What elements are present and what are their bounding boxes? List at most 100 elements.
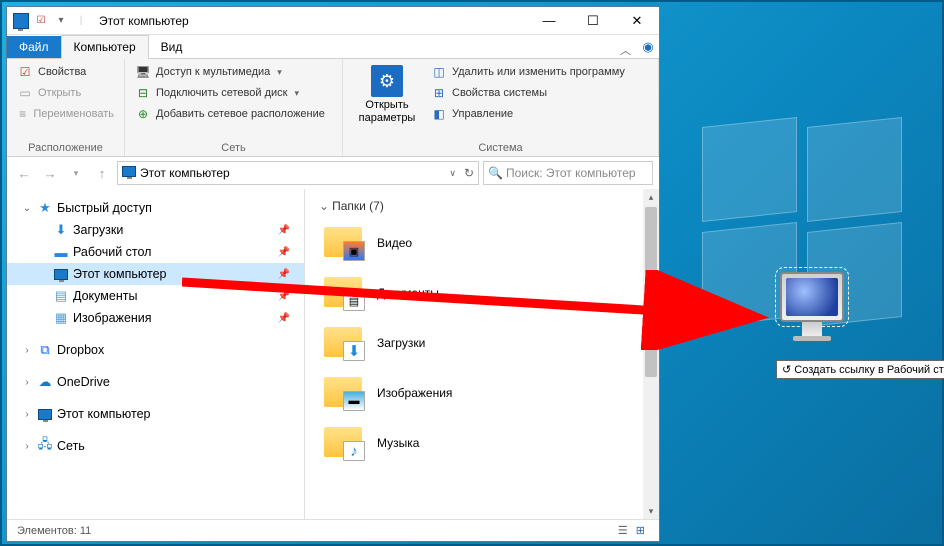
- group-label-system: Система: [351, 140, 650, 154]
- btn-sysprops-label: Свойства системы: [452, 87, 547, 99]
- sidebar-item-onedrive[interactable]: › ☁ OneDrive: [7, 371, 304, 393]
- address-dropdown-icon[interactable]: ∨: [449, 168, 456, 179]
- sidebar-item-dropbox[interactable]: › ⧉ Dropbox: [7, 339, 304, 361]
- sysprops-icon: ⊞: [431, 85, 447, 101]
- download-icon: ⬇: [53, 222, 69, 238]
- drive-icon: ⊟: [135, 85, 151, 101]
- folder-icon: ⬇: [323, 325, 367, 361]
- nav-up-button[interactable]: ↑: [91, 162, 113, 184]
- picture-icon: ▦: [53, 310, 69, 326]
- scroll-down-icon[interactable]: ▾: [643, 503, 659, 519]
- btn-settings-label: Открыть параметры: [355, 99, 419, 124]
- minimize-button[interactable]: —: [527, 7, 571, 35]
- chevron-down-icon[interactable]: ⌄: [21, 203, 33, 214]
- btn-open-settings[interactable]: ⚙ Открыть параметры: [351, 63, 423, 126]
- chevron-right-icon[interactable]: ›: [21, 345, 33, 356]
- maximize-button[interactable]: ☐: [571, 7, 615, 35]
- sidebar-item-quick-access[interactable]: ⌄★Быстрый доступ: [7, 197, 304, 219]
- btn-uninstall[interactable]: ◫Удалить или изменить программу: [429, 63, 627, 81]
- tab-computer[interactable]: Компьютер: [61, 35, 149, 59]
- close-button[interactable]: ✕: [615, 7, 659, 35]
- cloud-icon: ☁: [37, 374, 53, 390]
- chevron-right-icon[interactable]: ›: [21, 377, 33, 388]
- titlebar: ☑ ▾ | Этот компьютер — ☐ ✕: [7, 7, 659, 35]
- sidebar-label: Dropbox: [57, 343, 296, 357]
- btn-properties[interactable]: ☑ Свойства: [15, 63, 116, 81]
- sidebar-item-documents[interactable]: ▤Документы📌: [7, 285, 304, 307]
- content-header-label: Папки (7): [332, 199, 384, 213]
- btn-manage-label: Управление: [452, 108, 513, 120]
- sidebar-item-network[interactable]: ›🖧Сеть: [7, 435, 304, 457]
- folder-icon: ▤: [323, 275, 367, 311]
- scroll-up-icon[interactable]: ▴: [643, 189, 659, 205]
- folder-downloads[interactable]: ⬇ Загрузки: [319, 321, 645, 365]
- search-input[interactable]: 🔍 Поиск: Этот компьютер: [483, 161, 653, 185]
- address-bar[interactable]: Этот компьютер ∨ ↻: [117, 161, 479, 185]
- add-location-icon: ⊕: [135, 106, 151, 122]
- search-icon: 🔍: [488, 166, 503, 180]
- ribbon-collapse-icon[interactable]: ︿: [614, 42, 637, 58]
- help-icon[interactable]: ◉: [637, 36, 659, 58]
- ribbon-group-system: ⚙ Открыть параметры ◫Удалить или изменит…: [343, 59, 659, 156]
- folder-video[interactable]: ▣Видео: [319, 221, 645, 265]
- desktop-drag-target[interactable]: [772, 272, 852, 341]
- btn-rename: ≡Переименовать: [15, 105, 116, 123]
- sidebar-item-this-pc[interactable]: Этот компьютер📌: [7, 263, 304, 285]
- sidebar-item-desktop[interactable]: ▬Рабочий стол📌: [7, 241, 304, 263]
- scroll-thumb[interactable]: [645, 207, 657, 377]
- nav-forward-button[interactable]: →: [39, 162, 61, 184]
- sidebar-item-pictures[interactable]: ▦Изображения📌: [7, 307, 304, 329]
- dropbox-icon: ⧉: [37, 342, 53, 358]
- tab-view[interactable]: Вид: [149, 36, 195, 58]
- btn-properties-label: Свойства: [38, 66, 86, 78]
- folder-label: Изображения: [377, 386, 452, 400]
- sidebar-label: OneDrive: [57, 375, 296, 389]
- sidebar-item-this-pc-2[interactable]: ›Этот компьютер: [7, 403, 304, 425]
- desktop-icon: ▬: [53, 244, 69, 260]
- sidebar-item-downloads[interactable]: ⬇Загрузки📌: [7, 219, 304, 241]
- shortcut-icon: ↺: [782, 364, 791, 376]
- address-icon: [122, 166, 136, 180]
- folder-music[interactable]: ♪Музыка: [319, 421, 645, 465]
- chevron-right-icon[interactable]: ›: [21, 441, 33, 452]
- checkbox-icon: ☑: [17, 64, 33, 80]
- body: ⌄★Быстрый доступ ⬇Загрузки📌 ▬Рабочий сто…: [7, 189, 659, 519]
- btn-open-label: Открыть: [38, 87, 81, 99]
- sidebar-label: Сеть: [57, 439, 296, 453]
- group-label-location: Расположение: [15, 140, 116, 154]
- btn-media-access[interactable]: 🖥Доступ к мультимедиа▾: [133, 63, 334, 81]
- qat-dropdown-icon[interactable]: ▾: [53, 13, 69, 29]
- manage-icon: ◧: [431, 106, 447, 122]
- pin-icon: 📌: [278, 269, 296, 280]
- content-header[interactable]: ⌄Папки (7): [319, 199, 645, 213]
- btn-sysprops[interactable]: ⊞ Свойства системы: [429, 84, 627, 102]
- folder-icon: ♪: [323, 425, 367, 461]
- scrollbar[interactable]: ▴ ▾: [643, 189, 659, 519]
- status-bar: Элементов: 11 ☰ ⊞: [7, 519, 659, 541]
- uninstall-icon: ◫: [431, 64, 447, 80]
- chevron-right-icon[interactable]: ›: [21, 409, 33, 420]
- folder-label: Видео: [377, 236, 412, 250]
- folder-documents[interactable]: ▤Документы: [319, 271, 645, 315]
- content-area: ⌄Папки (7) ▣Видео ▤Документы ⬇ Загрузки ▬…: [305, 189, 659, 519]
- refresh-icon[interactable]: ↻: [464, 166, 474, 180]
- sidebar-label: Рабочий стол: [73, 245, 274, 259]
- folder-grid: ▣Видео ▤Документы ⬇ Загрузки ▬Изображения…: [319, 221, 645, 465]
- pin-icon: 📌: [278, 313, 296, 324]
- nav-history-dropdown[interactable]: ▾: [65, 162, 87, 184]
- btn-manage[interactable]: ◧ Управление: [429, 105, 627, 123]
- view-details-icon[interactable]: ☰: [614, 524, 632, 537]
- qat-icon-properties[interactable]: ☑: [33, 13, 49, 29]
- folder-label: Загрузки: [377, 336, 425, 350]
- view-large-icon[interactable]: ⊞: [632, 524, 649, 537]
- tab-file[interactable]: Файл: [7, 36, 61, 58]
- nav-back-button[interactable]: ←: [13, 162, 35, 184]
- btn-add-location[interactable]: ⊕Добавить сетевое расположение: [133, 105, 334, 123]
- sidebar: ⌄★Быстрый доступ ⬇Загрузки📌 ▬Рабочий сто…: [7, 189, 305, 519]
- qat-icon-thispc[interactable]: [13, 13, 29, 29]
- star-icon: ★: [37, 200, 53, 216]
- folder-pictures[interactable]: ▬Изображения: [319, 371, 645, 415]
- btn-map-drive[interactable]: ⊟Подключить сетевой диск▾: [133, 84, 334, 102]
- btn-rename-label: Переименовать: [33, 108, 114, 120]
- btn-media-label: Доступ к мультимедиа: [156, 66, 270, 78]
